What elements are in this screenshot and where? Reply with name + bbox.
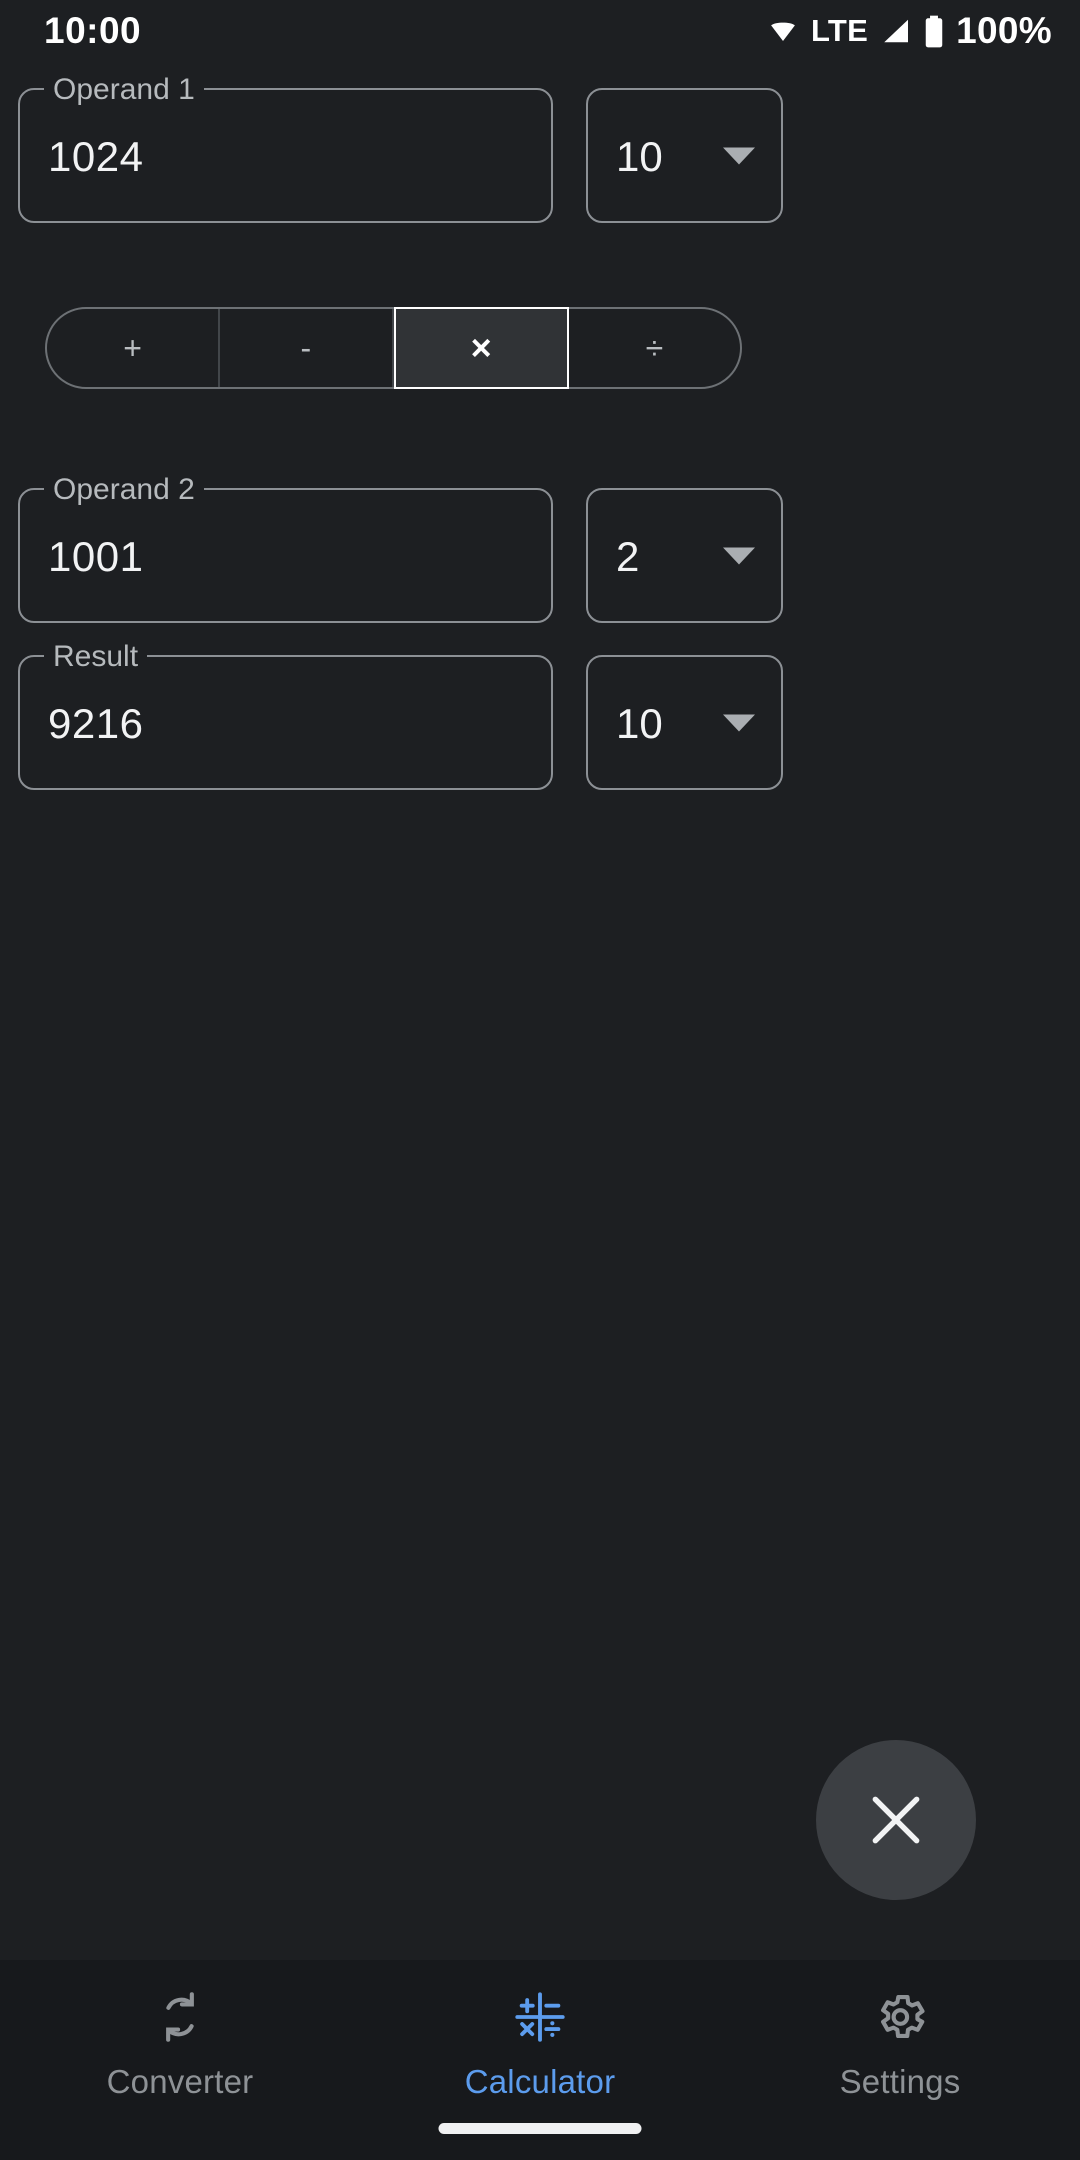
status-bar-clock: 10:00 <box>44 10 142 51</box>
operator-button-add[interactable]: + <box>47 309 221 387</box>
result-field[interactable]: Result 9216 <box>18 641 553 790</box>
operand1-label: Operand 1 <box>44 74 204 106</box>
operand1-value[interactable]: 1024 <box>48 132 143 180</box>
result-base-value: 10 <box>616 699 663 747</box>
app-screen: 10:00 LTE 100% Operand 1 1024 10 + - × ÷… <box>0 0 1080 2160</box>
operator-button-subtract[interactable]: - <box>220 309 394 387</box>
chevron-down-icon <box>723 547 755 564</box>
chevron-down-icon <box>723 714 755 731</box>
nav-item-calculator[interactable]: Calculator <box>360 1986 720 2101</box>
nav-label-settings: Settings <box>839 2063 961 2100</box>
chevron-down-icon <box>723 147 755 164</box>
operand2-base-dropdown[interactable]: 2 <box>586 488 783 623</box>
operand1-base-dropdown[interactable]: 10 <box>586 88 783 223</box>
result-base-dropdown[interactable]: 10 <box>586 655 783 790</box>
operator-button-divide[interactable]: ÷ <box>569 309 740 387</box>
operand2-base-value: 2 <box>616 532 640 580</box>
wifi-icon <box>766 16 800 46</box>
operand2-field[interactable]: Operand 2 1001 <box>18 474 553 623</box>
clear-fab-button[interactable] <box>816 1740 976 1900</box>
signal-icon <box>879 16 912 46</box>
divide-icon: ÷ <box>645 330 664 366</box>
plus-icon: + <box>123 330 142 366</box>
result-row: Result 9216 10 <box>18 641 1062 790</box>
minus-icon: - <box>300 330 312 366</box>
close-icon <box>865 1789 927 1851</box>
battery-percent-label: 100% <box>956 10 1052 51</box>
operand1-field[interactable]: Operand 1 1024 <box>18 74 553 223</box>
nav-item-converter[interactable]: Converter <box>0 1986 360 2101</box>
network-type-label: LTE <box>811 13 869 48</box>
multiply-icon: × <box>470 327 492 368</box>
result-value: 9216 <box>48 699 144 747</box>
gear-icon <box>871 1986 929 2048</box>
home-indicator[interactable] <box>438 2123 642 2134</box>
operator-button-multiply[interactable]: × <box>393 307 569 389</box>
bottom-navigation-bar: Converter Calculator Settings <box>0 1960 1080 2160</box>
status-bar: 10:00 LTE 100% <box>0 0 1080 62</box>
sync-icon <box>151 1986 209 2048</box>
nav-label-calculator: Calculator <box>464 2063 616 2100</box>
nav-item-settings[interactable]: Settings <box>720 1986 1080 2101</box>
status-bar-indicators: LTE 100% <box>766 10 1052 52</box>
operand1-row: Operand 1 1024 10 <box>18 74 1062 223</box>
operand2-label: Operand 2 <box>44 474 204 506</box>
operand2-row: Operand 2 1001 2 <box>18 474 1062 623</box>
operand1-base-value: 10 <box>616 132 663 180</box>
calculator-icon <box>511 1986 569 2048</box>
operand2-value[interactable]: 1001 <box>48 532 143 580</box>
result-label: Result <box>44 641 148 673</box>
nav-label-converter: Converter <box>106 2063 254 2100</box>
battery-icon <box>923 15 945 48</box>
operator-segmented-control[interactable]: + - × ÷ <box>45 307 742 389</box>
